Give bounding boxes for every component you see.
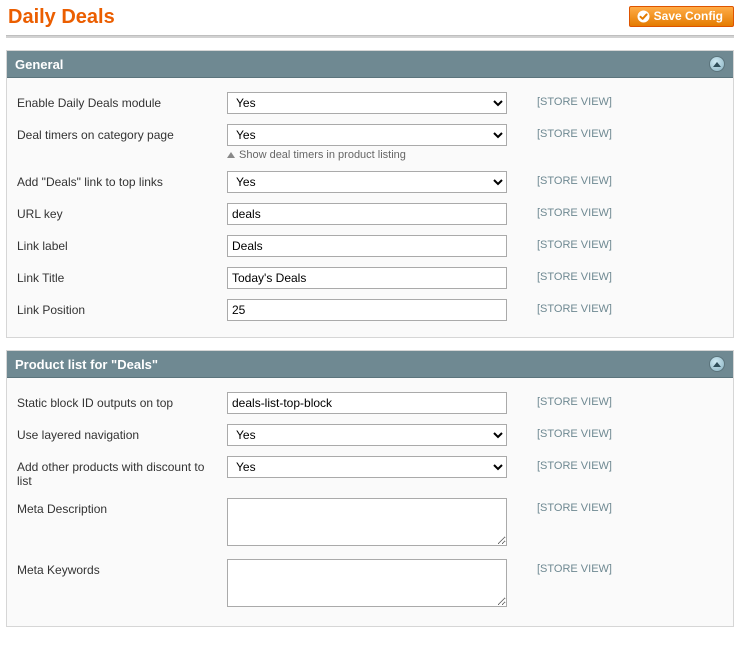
collapse-icon[interactable] [709, 356, 725, 372]
save-button-label: Save Config [654, 9, 723, 23]
label-linklabel: Link label [17, 235, 227, 253]
label-linkposition: Link Position [17, 299, 227, 317]
label-addlink: Add "Deals" link to top links [17, 171, 227, 189]
label-metakeys: Meta Keywords [17, 559, 227, 577]
input-linklabel[interactable] [227, 235, 507, 257]
input-linkposition[interactable] [227, 299, 507, 321]
section-header-product-list[interactable]: Product list for "Deals" [7, 351, 733, 378]
scope-label: [STORE VIEW] [537, 124, 612, 140]
header-divider [6, 35, 734, 38]
label-addother: Add other products with discount to list [17, 456, 227, 488]
input-staticblock[interactable] [227, 392, 507, 414]
select-addother[interactable]: Yes [227, 456, 507, 478]
label-staticblock: Static block ID outputs on top [17, 392, 227, 410]
comment-timers: Show deal timers in product listing [227, 146, 507, 161]
triangle-up-icon [227, 152, 235, 158]
section-general: General Enable Daily Deals module Yes [S… [6, 50, 734, 338]
label-timers: Deal timers on category page [17, 124, 227, 142]
scope-label: [STORE VIEW] [537, 424, 612, 440]
input-linktitle[interactable] [227, 267, 507, 289]
label-linktitle: Link Title [17, 267, 227, 285]
scope-label: [STORE VIEW] [537, 92, 612, 108]
scope-label: [STORE VIEW] [537, 267, 612, 283]
select-timers[interactable]: Yes [227, 124, 507, 146]
select-enable[interactable]: Yes [227, 92, 507, 114]
label-metadesc: Meta Description [17, 498, 227, 516]
textarea-metadesc[interactable] [227, 498, 507, 546]
check-icon [637, 10, 650, 23]
scope-label: [STORE VIEW] [537, 235, 612, 251]
scope-label: [STORE VIEW] [537, 559, 612, 575]
section-title: Product list for "Deals" [15, 357, 158, 372]
section-title: General [15, 57, 63, 72]
save-config-button[interactable]: Save Config [629, 6, 734, 27]
select-addlink[interactable]: Yes [227, 171, 507, 193]
scope-label: [STORE VIEW] [537, 392, 612, 408]
label-enable: Enable Daily Deals module [17, 92, 227, 110]
scope-label: [STORE VIEW] [537, 203, 612, 219]
select-layered[interactable]: Yes [227, 424, 507, 446]
label-layered: Use layered navigation [17, 424, 227, 442]
scope-label: [STORE VIEW] [537, 299, 612, 315]
scope-label: [STORE VIEW] [537, 171, 612, 187]
textarea-metakeys[interactable] [227, 559, 507, 607]
section-product-list: Product list for "Deals" Static block ID… [6, 350, 734, 627]
input-urlkey[interactable] [227, 203, 507, 225]
section-header-general[interactable]: General [7, 51, 733, 78]
page-title: Daily Deals [6, 6, 115, 29]
scope-label: [STORE VIEW] [537, 498, 612, 514]
label-urlkey: URL key [17, 203, 227, 221]
collapse-icon[interactable] [709, 56, 725, 72]
scope-label: [STORE VIEW] [537, 456, 612, 472]
